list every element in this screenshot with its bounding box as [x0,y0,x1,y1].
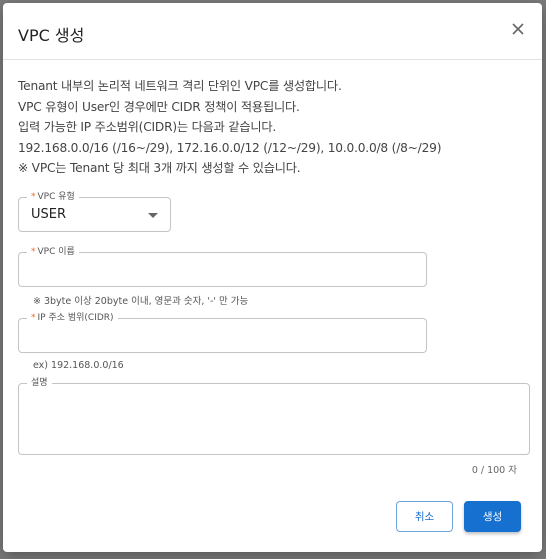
description-line: 입력 가능한 IP 주소범위(CIDR)는 다음과 같습니다. [18,120,277,135]
dialog-description: Tenant 내부의 논리적 네트워크 격리 단위인 VPC를 생성합니다. V… [18,76,441,179]
vpc-type-value: USER [31,207,67,222]
dialog-title: VPC 생성 [18,26,85,45]
description-label: 설명 [27,376,52,390]
vpc-name-label: * VPC 이름 [27,245,79,259]
close-icon[interactable] [508,19,528,39]
description-field: 설명 [18,376,530,455]
cidr-hint: ex) 192.168.0.0/16 [33,360,124,371]
cidr-label: * IP 주소 범위(CIDR) [27,311,118,325]
vpc-name-hint: ※ 3byte 이상 20byte 이내, 영문과 숫자, '-' 만 가능 [33,296,249,307]
description-line: ※ VPC는 Tenant 당 최대 3개 까지 생성할 수 있습니다. [18,161,301,176]
chevron-down-icon [148,213,158,218]
vpc-type-label: * VPC 유형 [27,190,79,204]
description-line: VPC 유형이 User인 경우에만 CIDR 정책이 적용됩니다. [18,99,300,114]
char-counter: 0 / 100 자 [471,465,517,476]
vpc-type-select[interactable]: * VPC 유형 USER [18,190,171,232]
cancel-button[interactable]: 취소 [396,501,453,532]
header-divider [3,59,542,60]
vpc-name-input[interactable] [19,253,426,286]
description-textarea[interactable] [19,384,529,454]
vpc-create-dialog: VPC 생성 Tenant 내부의 논리적 네트워크 격리 단위인 VPC를 생… [3,3,542,552]
create-button[interactable]: 생성 [464,501,521,532]
vpc-name-field: * VPC 이름 [18,245,427,287]
description-line: 192.168.0.0/16 (/16~/29), 172.16.0.0/12 … [18,140,442,155]
cidr-field: * IP 주소 범위(CIDR) [18,311,427,353]
description-line: Tenant 내부의 논리적 네트워크 격리 단위인 VPC를 생성합니다. [18,79,342,93]
